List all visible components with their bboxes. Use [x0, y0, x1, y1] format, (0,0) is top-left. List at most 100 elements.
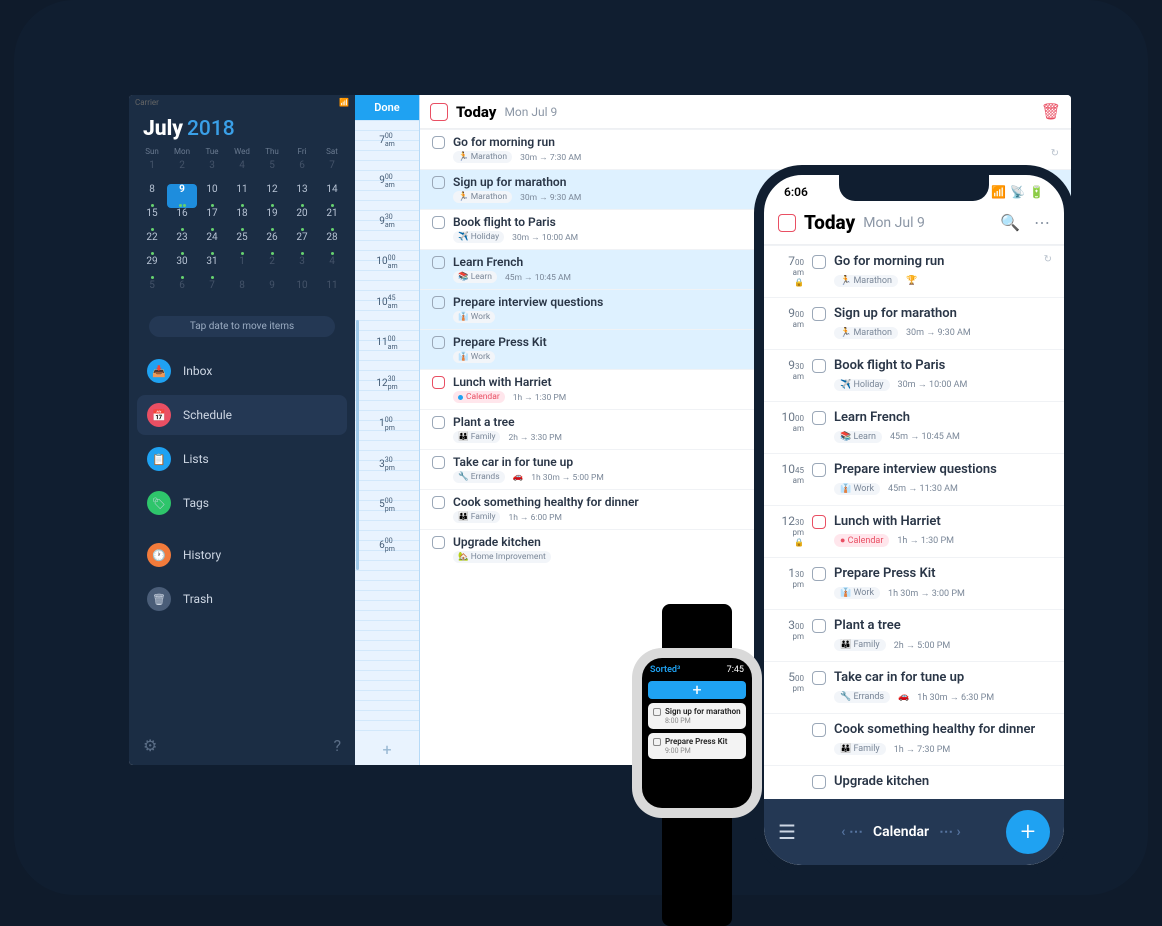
gutter-body[interactable]: 700am900am930am1000am1045am1100am1230pm1…	[355, 120, 419, 734]
watch-add-button[interactable]: +	[648, 681, 746, 699]
task-checkbox[interactable]	[432, 256, 445, 269]
task-row[interactable]: 930amBook flight to Paris✈️ Holiday30m →…	[764, 349, 1064, 401]
calendar-day[interactable]: 3	[287, 256, 317, 280]
calendar-day[interactable]: 1	[137, 160, 167, 184]
task-row[interactable]: 500pmTake car in for tune up🔧 Errands🚗1h…	[764, 661, 1064, 713]
task-checkbox[interactable]	[432, 536, 445, 549]
calendar-day[interactable]: 9	[167, 184, 197, 208]
gutter-scrollbar[interactable]	[356, 320, 359, 570]
help-icon[interactable]: ?	[333, 736, 341, 755]
task-row[interactable]: 900amSign up for marathon🏃 Marathon30m →…	[764, 297, 1064, 349]
search-icon[interactable]: 🔍	[1000, 213, 1020, 232]
time-slot[interactable]: 700am	[355, 120, 419, 161]
calendar-day[interactable]: 6	[167, 280, 197, 304]
time-slot[interactable]: 100pm	[355, 404, 419, 445]
calendar-day[interactable]: 24	[197, 232, 227, 256]
task-checkbox[interactable]	[812, 567, 826, 581]
task-checkbox[interactable]	[812, 255, 826, 269]
task-checkbox[interactable]	[653, 738, 661, 746]
calendar-day[interactable]: 11	[317, 280, 347, 304]
task-checkbox[interactable]	[432, 416, 445, 429]
time-slot[interactable]: 500pm	[355, 485, 419, 526]
calendar-day[interactable]: 8	[227, 280, 257, 304]
task-checkbox[interactable]	[812, 307, 826, 321]
time-slot[interactable]	[355, 566, 419, 607]
sidebar-item-inbox[interactable]: 📥Inbox	[137, 351, 347, 391]
calendar-day[interactable]: 29	[137, 256, 167, 280]
calendar-day[interactable]: 10	[197, 184, 227, 208]
calendar-day[interactable]: 4	[317, 256, 347, 280]
calendar-day[interactable]: 6	[287, 160, 317, 184]
task-row[interactable]: 1045amPrepare interview questions👔 Work4…	[764, 453, 1064, 505]
sidebar-item-lists[interactable]: 📋Lists	[137, 439, 347, 479]
calendar-day[interactable]: 7	[317, 160, 347, 184]
calendar-day[interactable]: 18	[227, 208, 257, 232]
task-checkbox[interactable]	[432, 176, 445, 189]
calendar-day[interactable]: 9	[257, 280, 287, 304]
task-checkbox[interactable]	[812, 671, 826, 685]
trash-icon[interactable]: 🗑	[1041, 102, 1061, 121]
calendar-day[interactable]: 15	[137, 208, 167, 232]
done-button[interactable]: Done	[355, 95, 419, 120]
calendar-day[interactable]: 2	[257, 256, 287, 280]
calendar-day[interactable]: 17	[197, 208, 227, 232]
calendar-day[interactable]: 31	[197, 256, 227, 280]
task-row[interactable]: Go for morning run🏃 Marathon30m → 7:30 A…	[420, 129, 1071, 169]
time-slot[interactable]: 600pm	[355, 525, 419, 566]
sidebar-item-tags[interactable]: 🏷Tags	[137, 483, 347, 523]
time-slot[interactable]: 1000am	[355, 242, 419, 283]
task-row[interactable]: 300pmPlant a tree👪 Family2h → 5:00 PM	[764, 609, 1064, 661]
task-checkbox[interactable]	[812, 463, 826, 477]
calendar-day[interactable]: 26	[257, 232, 287, 256]
calendar-day[interactable]: 20	[287, 208, 317, 232]
task-checkbox[interactable]	[812, 411, 826, 425]
calendar-nav[interactable]: ‹ ⋯ Calendar ⋯ ›	[796, 824, 1006, 840]
calendar-day[interactable]: 21	[317, 208, 347, 232]
calendar-day[interactable]: 4	[227, 160, 257, 184]
task-checkbox[interactable]	[432, 496, 445, 509]
calendar-day[interactable]: 13	[287, 184, 317, 208]
calendar-day[interactable]: 25	[227, 232, 257, 256]
time-slot[interactable]: 930am	[355, 201, 419, 242]
task-row[interactable]: 130pmPrepare Press Kit👔 Work1h 30m → 3:0…	[764, 557, 1064, 609]
task-checkbox[interactable]	[432, 376, 445, 389]
calendar-day[interactable]: 1	[227, 256, 257, 280]
calendar-day[interactable]: 19	[257, 208, 287, 232]
sidebar-item-schedule[interactable]: 📅Schedule	[137, 395, 347, 435]
watch-task-card[interactable]: Prepare Press Kit9:00 PM	[648, 733, 746, 759]
task-checkbox[interactable]	[812, 775, 826, 789]
add-time-button[interactable]: +	[355, 734, 419, 765]
task-checkbox[interactable]	[812, 515, 826, 529]
calendar-day[interactable]: 8	[137, 184, 167, 208]
calendar-day[interactable]: 2	[167, 160, 197, 184]
menu-icon[interactable]: ☰	[778, 820, 796, 844]
time-slot[interactable]: 330pm	[355, 444, 419, 485]
task-checkbox[interactable]	[432, 336, 445, 349]
calendar-day[interactable]: 14	[317, 184, 347, 208]
sidebar-item-trash[interactable]: 🗑Trash	[137, 579, 347, 619]
prev-icon[interactable]: ‹ ⋯	[841, 824, 863, 840]
calendar-day[interactable]: 28	[317, 232, 347, 256]
calendar-day[interactable]: 3	[197, 160, 227, 184]
task-checkbox[interactable]	[812, 359, 826, 373]
task-row[interactable]: Cook something healthy for dinner👪 Famil…	[764, 713, 1064, 765]
settings-icon[interactable]: ⚙	[143, 736, 157, 755]
time-slot[interactable]: 1100am	[355, 323, 419, 364]
task-checkbox[interactable]	[432, 136, 445, 149]
task-row[interactable]: 700am🔒Go for morning run🏃 Marathon🏆↻	[764, 245, 1064, 297]
fab-add-button[interactable]: +	[1006, 810, 1050, 854]
time-slot[interactable]: 1045am	[355, 282, 419, 323]
calendar-day[interactable]: 22	[137, 232, 167, 256]
time-slot[interactable]: 1230pm	[355, 363, 419, 404]
time-slot[interactable]: 900am	[355, 161, 419, 202]
next-icon[interactable]: ⋯ ›	[939, 824, 961, 840]
task-checkbox[interactable]	[432, 216, 445, 229]
sidebar-item-history[interactable]: 🕐History	[137, 535, 347, 575]
calendar-day[interactable]: 5	[257, 160, 287, 184]
calendar-day[interactable]: 7	[197, 280, 227, 304]
calendar-day[interactable]: 5	[137, 280, 167, 304]
task-checkbox[interactable]	[653, 708, 661, 716]
task-row[interactable]: 1230pm🔒Lunch with Harriet● Calendar1h → …	[764, 505, 1064, 558]
task-checkbox[interactable]	[432, 456, 445, 469]
calendar-day[interactable]: 10	[287, 280, 317, 304]
